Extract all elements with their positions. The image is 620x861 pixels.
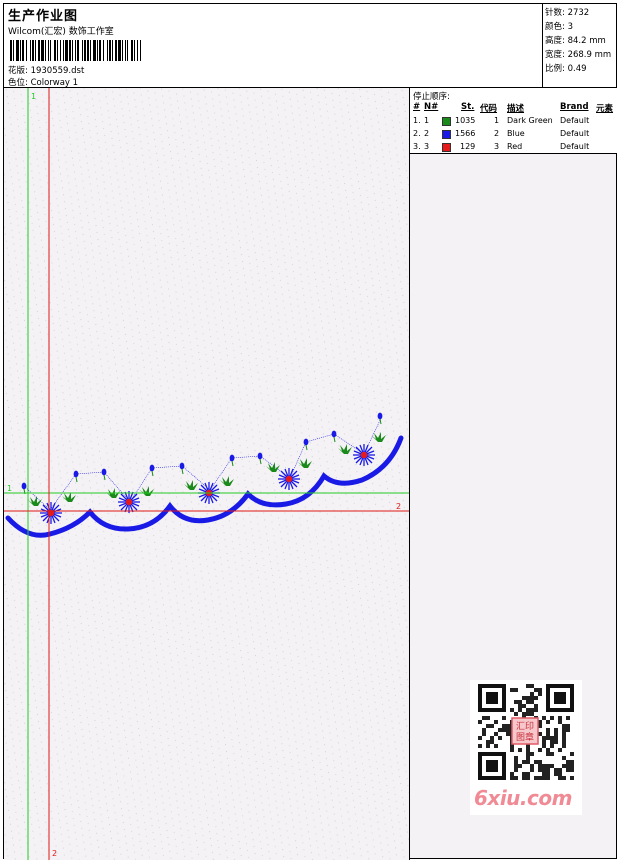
guide-label-v-red: 2: [52, 849, 57, 858]
design-label: 花版:: [8, 66, 28, 76]
worksheet-header: 生产作业图 Wilcom(汇宏) 数饰工作室 花版: 1930559.dst 色…: [4, 4, 616, 88]
colorway-label: 色位:: [8, 78, 28, 88]
col-header-st: St.: [461, 102, 475, 112]
watermark-logo: 汇印 图章 6xiu.com: [470, 680, 582, 815]
guide-label-v-green: 1: [31, 92, 36, 101]
embroidery-preview: 1 1 2 2: [4, 88, 409, 860]
table-row[interactable]: 2. 2 1566 2 Blue Default: [410, 129, 617, 142]
colorway-value: Colorway 1: [30, 78, 79, 88]
col-header-n: N#: [424, 102, 439, 112]
design-value: 1930559.dst: [30, 66, 85, 76]
guide-label-h-green: 1: [7, 484, 12, 493]
col-header-num: #: [413, 102, 421, 112]
col-header-element: 元素: [596, 104, 614, 114]
studio-name: Wilcom(汇宏) 数饰工作室: [8, 27, 114, 37]
stat-width: 宽度: 268.9 mm: [545, 50, 612, 60]
qr-stamp-text: 图章: [516, 731, 534, 743]
col-header-code: 代码: [480, 104, 498, 114]
colorway-info: 色位: Colorway 1: [8, 76, 78, 88]
stat-colors: 颜色: 3: [545, 22, 573, 32]
stat-stitches: 针数: 2732: [545, 8, 590, 18]
guide-label-h-red: 2: [396, 502, 401, 511]
barcode-graphic: [10, 40, 141, 61]
color-swatch-dark-green: [442, 117, 451, 126]
stop-sequence-table: 停止顺序: # N# St. 代码 描述 Brand 元素 1. 1 1035 …: [410, 88, 617, 154]
design-file-info: 花版: 1930559.dst: [8, 64, 84, 76]
col-header-brand: Brand: [560, 102, 589, 112]
qr-code-graphic: 汇印图章: [478, 684, 574, 780]
color-swatch-blue: [442, 130, 451, 139]
table-row[interactable]: 1. 1 1035 1 Dark Green Default: [410, 116, 617, 129]
stat-height: 高度: 84.2 mm: [545, 36, 606, 46]
stop-sequence-title: 停止顺序:: [413, 92, 450, 102]
design-preview-canvas[interactable]: 1 1 2 2: [4, 88, 409, 860]
col-header-desc: 描述: [507, 104, 525, 114]
table-row[interactable]: 3. 3 129 3 Red Default: [410, 142, 617, 155]
stat-scale: 比例: 0.49: [545, 64, 587, 74]
qr-stamp-text: 汇印: [516, 720, 534, 732]
watermark-text: 6xiu.com: [474, 786, 572, 810]
color-swatch-red: [442, 143, 451, 152]
page-title: 生产作业图: [8, 9, 79, 24]
design-stats-panel: 针数: 2732 颜色: 3 高度: 84.2 mm 宽度: 268.9 mm …: [542, 4, 616, 88]
